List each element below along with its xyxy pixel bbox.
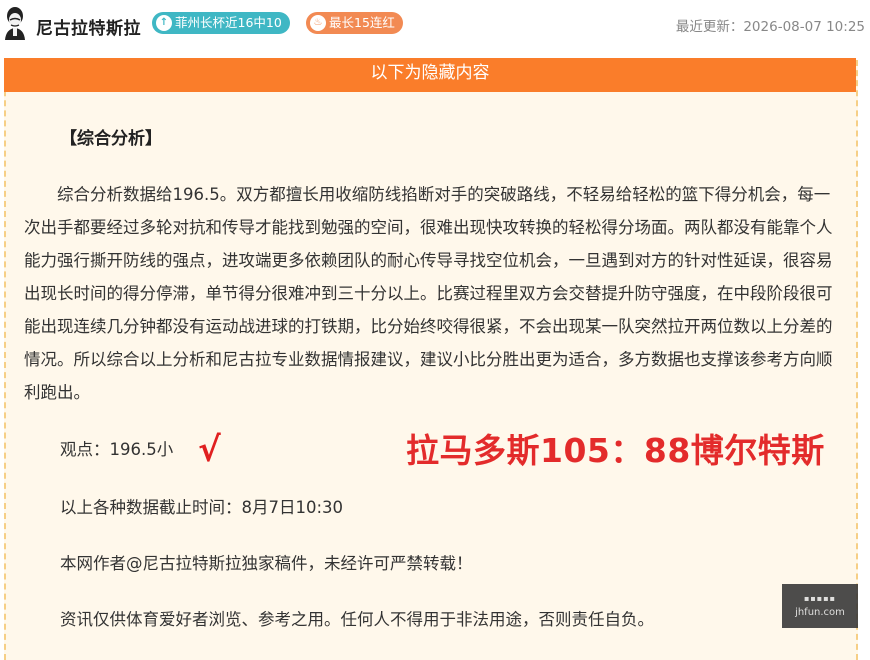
copyright-notice: 本网作者@尼古拉特斯拉独家稿件，未经许可严禁转载！ (60, 554, 473, 573)
watermark-logo-text: ▪▪▪▪▪ (803, 594, 837, 603)
viewpoint-text: 观点：196.5小 (60, 440, 174, 459)
last-updated: 最近更新：2026-08-07 10:25 (675, 19, 865, 35)
site-watermark: ▪▪▪▪▪ jhfun.com (782, 584, 858, 628)
badge-label: 最长15连红 (329, 15, 395, 30)
disclaimer-notice: 资讯仅供体育爱好者浏览、参考之用。任何人不得用于非法用途，否则责任自负。 (60, 610, 654, 629)
badge-label: 菲州长杯近16中10 (175, 15, 282, 30)
up-arrow-icon: ↑ (156, 14, 172, 31)
check-mark-icon: √ (198, 430, 221, 470)
streak-badge-recent: ↑ 菲州长杯近16中10 (152, 12, 290, 34)
section-title: 【综合分析】 (60, 129, 162, 149)
author-name[interactable]: 尼古拉特斯拉 (36, 14, 141, 39)
page-header: 尼古拉特斯拉 ↑ 菲州长杯近16中10 ♨ 最长15连红 最近更新：2026-08-… (0, 0, 870, 48)
watermark-site: jhfun.com (795, 607, 845, 618)
hidden-content-banner: 以下为隐藏内容 (4, 58, 856, 92)
author-avatar[interactable] (2, 6, 28, 40)
data-deadline: 以上各种数据截止时间：8月7日10:30 (60, 498, 344, 517)
analysis-paragraph: 综合分析数据给196.5。双方都擅长用收缩防线掐断对手的突破路线，不轻易给轻松的… (24, 185, 833, 402)
match-result: 拉马多斯105：88博尔特斯 (406, 431, 825, 470)
streak-badge-longest: ♨ 最长15连红 (306, 12, 403, 34)
fire-icon: ♨ (310, 14, 326, 31)
